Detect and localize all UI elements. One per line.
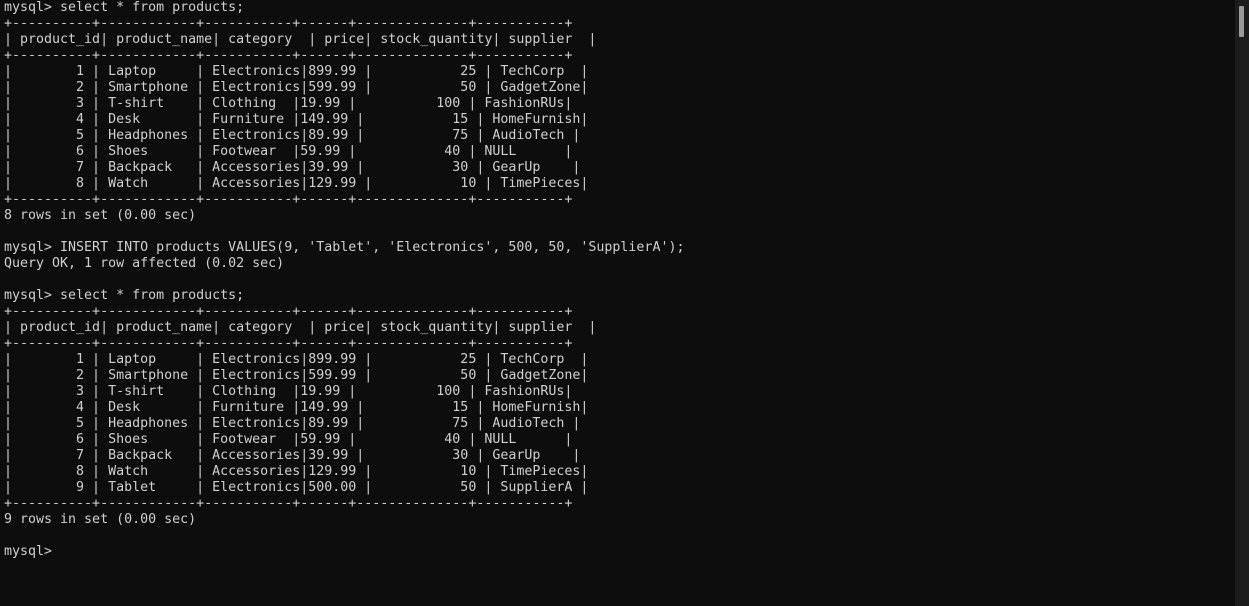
terminal-line: | 8 | Watch | Accessories|129.99 | 10 | … [4, 176, 589, 191]
terminal-line: | 2 | Smartphone | Electronics|599.99 | … [4, 80, 589, 95]
terminal-line: | 6 | Shoes | Footwear |59.99 | 40 | NUL… [4, 432, 573, 447]
terminal-line: +----------+------------+-----------+---… [4, 336, 573, 351]
terminal-line: mysql> select * from products; [4, 0, 245, 15]
terminal-line: | 5 | Headphones | Electronics|89.99 | 7… [4, 416, 581, 431]
terminal-line: | 4 | Desk | Furniture |149.99 | 15 | Ho… [4, 400, 589, 415]
terminal-line: | 7 | Backpack | Accessories|39.99 | 30 … [4, 160, 581, 175]
terminal-line: mysql> select * from products; [4, 288, 245, 303]
terminal-line: +----------+------------+-----------+---… [4, 16, 573, 31]
terminal-line: | 3 | T-shirt | Clothing |19.99 | 100 | … [4, 96, 573, 111]
terminal-line: | 2 | Smartphone | Electronics|599.99 | … [4, 368, 589, 383]
vertical-scrollbar[interactable] [1235, 0, 1249, 606]
terminal-line: 9 rows in set (0.00 sec) [4, 512, 197, 527]
terminal-line: | 4 | Desk | Furniture |149.99 | 15 | Ho… [4, 112, 589, 127]
terminal-line: | 5 | Headphones | Electronics|89.99 | 7… [4, 128, 581, 143]
terminal-line: | 8 | Watch | Accessories|129.99 | 10 | … [4, 464, 589, 479]
terminal-line: mysql> INSERT INTO products VALUES(9, 'T… [4, 240, 685, 255]
terminal-window[interactable]: mysql> select * from products; +---------… [0, 0, 1235, 606]
terminal-line: +----------+------------+-----------+---… [4, 48, 573, 63]
terminal-line: | 6 | Shoes | Footwear |59.99 | 40 | NUL… [4, 144, 573, 159]
terminal-line: +----------+------------+-----------+---… [4, 304, 573, 319]
terminal-line: Query OK, 1 row affected (0.02 sec) [4, 256, 285, 271]
terminal-line: | product_id| product_name| category | p… [4, 32, 597, 47]
terminal-line: | 9 | Tablet | Electronics|500.00 | 50 |… [4, 480, 589, 495]
scrollbar-thumb[interactable] [1239, 6, 1244, 37]
terminal-line: +----------+------------+-----------+---… [4, 496, 573, 511]
terminal-screen-content: mysql> select * from products; +---------… [4, 0, 684, 560]
terminal-line: | product_id| product_name| category | p… [4, 320, 597, 335]
terminal-line: | 1 | Laptop | Electronics|899.99 | 25 |… [4, 352, 589, 367]
terminal-line: | 1 | Laptop | Electronics|899.99 | 25 |… [4, 64, 589, 79]
terminal-line: mysql> [4, 544, 53, 559]
terminal-line: | 3 | T-shirt | Clothing |19.99 | 100 | … [4, 384, 573, 399]
terminal-line: | 7 | Backpack | Accessories|39.99 | 30 … [4, 448, 581, 463]
terminal-line: 8 rows in set (0.00 sec) [4, 208, 197, 223]
terminal-line: +----------+------------+-----------+---… [4, 192, 573, 207]
